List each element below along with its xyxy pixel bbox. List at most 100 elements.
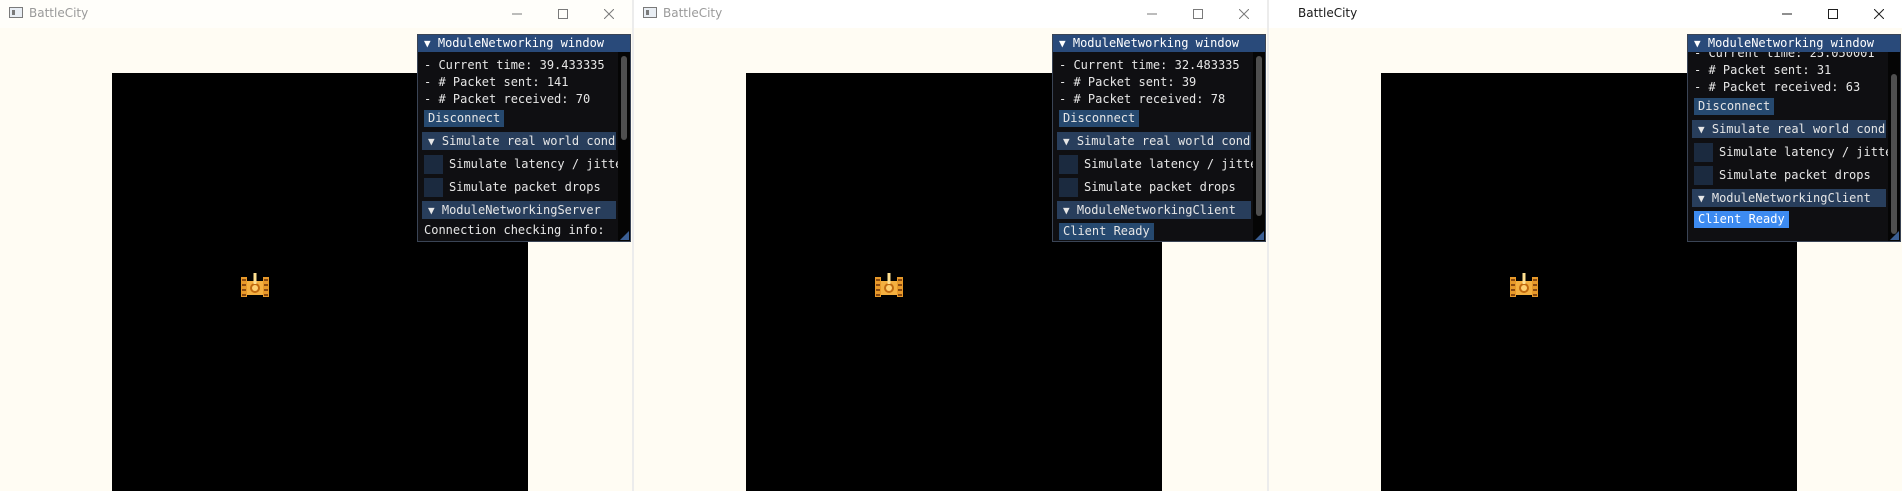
- app-icon: [643, 7, 657, 18]
- window-title: BattleCity: [29, 6, 89, 20]
- scrollbar-thumb[interactable]: [1256, 56, 1262, 216]
- latency-label: Simulate latency / jitte: [449, 157, 618, 171]
- resize-grip[interactable]: [620, 231, 629, 240]
- minimize-button[interactable]: [1764, 0, 1810, 28]
- networking-panel[interactable]: ▼ ModuleNetworking window - Current time…: [1687, 34, 1901, 242]
- simulate-header[interactable]: ▼ Simulate real world cond: [1057, 132, 1251, 150]
- tank-icon: [1510, 273, 1538, 297]
- maximize-button[interactable]: [1810, 0, 1856, 28]
- collapse-arrow-icon[interactable]: ▼: [1694, 37, 1701, 50]
- window-title: BattleCity: [663, 6, 723, 20]
- window-title: BattleCity: [1298, 6, 1358, 20]
- module-header-label: ModuleNetworkingServer: [441, 203, 601, 217]
- panel-body: - Current time: 39.433335 - # Packet sen…: [418, 52, 618, 241]
- tree-open-icon: ▼: [1063, 135, 1070, 148]
- latency-label: Simulate latency / jitte: [1719, 145, 1888, 159]
- panel-body: - Current time: 25.050001 - # Packet sen…: [1688, 52, 1888, 241]
- drops-checkbox[interactable]: [1694, 166, 1713, 185]
- tree-open-icon: ▼: [428, 135, 435, 148]
- drops-checkbox[interactable]: [424, 178, 443, 197]
- title-bar[interactable]: BattleCity: [634, 0, 1267, 28]
- minimize-icon: [512, 13, 522, 15]
- panel-title: ModuleNetworking window: [437, 36, 605, 50]
- scrollbar-thumb[interactable]: [1891, 74, 1897, 234]
- simulate-header-label: Simulate real world cond: [441, 134, 616, 148]
- panel-scrollbar[interactable]: [1888, 52, 1900, 241]
- close-button[interactable]: [586, 0, 632, 28]
- current-time-text: - Current time: 25.050001: [1694, 52, 1875, 60]
- minimize-icon: [1147, 13, 1157, 15]
- drops-label: Simulate packet drops: [1719, 168, 1871, 182]
- maximize-button[interactable]: [540, 0, 586, 28]
- latency-label: Simulate latency / jitte: [1084, 157, 1253, 171]
- latency-checkbox[interactable]: [1694, 143, 1713, 162]
- panel-scrollbar[interactable]: [1253, 52, 1265, 241]
- battlecity-window-client-b: BattleCity ▼ ModuleNetworking window - C…: [1269, 0, 1902, 491]
- drops-checkbox[interactable]: [1059, 178, 1078, 197]
- disconnect-button[interactable]: Disconnect: [1694, 98, 1775, 115]
- networking-panel[interactable]: ▼ ModuleNetworking window - Current time…: [417, 34, 631, 242]
- panel-title-bar[interactable]: ▼ ModuleNetworking window: [1053, 35, 1265, 52]
- drops-label: Simulate packet drops: [449, 180, 601, 194]
- simulate-header-label: Simulate real world cond: [1711, 122, 1886, 136]
- battlecity-window-server: BattleCity ▼ ModuleNetworking window - C…: [0, 0, 632, 491]
- maximize-icon: [558, 9, 568, 19]
- module-client-header[interactable]: ▼ ModuleNetworkingClient: [1692, 189, 1886, 207]
- app-icon: [9, 7, 23, 18]
- drops-label: Simulate packet drops: [1084, 180, 1236, 194]
- minimize-button[interactable]: [494, 0, 540, 28]
- disconnect-button[interactable]: Disconnect: [1059, 110, 1140, 127]
- packets-received-text: - # Packet received: 70: [424, 92, 591, 106]
- simulate-header-label: Simulate real world cond: [1076, 134, 1251, 148]
- scrollbar-thumb[interactable]: [621, 56, 627, 140]
- module-server-header[interactable]: ▼ ModuleNetworkingServer: [422, 201, 616, 219]
- module-client-header[interactable]: ▼ ModuleNetworkingClient: [1057, 201, 1251, 219]
- packets-received-text: - # Packet received: 78: [1059, 92, 1226, 106]
- current-time-text: - Current time: 39.433335: [424, 58, 605, 72]
- tree-open-icon: ▼: [1698, 192, 1705, 205]
- collapse-arrow-icon[interactable]: ▼: [1059, 37, 1066, 50]
- resize-grip[interactable]: [1890, 231, 1899, 240]
- tank-icon: [875, 273, 903, 297]
- panel-title-bar[interactable]: ▼ ModuleNetworking window: [418, 35, 630, 52]
- panel-body: - Current time: 32.483335 - # Packet sen…: [1053, 52, 1253, 241]
- panel-title: ModuleNetworking window: [1072, 36, 1240, 50]
- close-button[interactable]: [1856, 0, 1902, 28]
- panel-title-bar[interactable]: ▼ ModuleNetworking window: [1688, 35, 1900, 52]
- module-header-label: ModuleNetworkingClient: [1711, 191, 1871, 205]
- minimize-button[interactable]: [1129, 0, 1175, 28]
- close-button[interactable]: [1221, 0, 1267, 28]
- networking-panel[interactable]: ▼ ModuleNetworking window - Current time…: [1052, 34, 1266, 242]
- tank-icon: [241, 273, 269, 297]
- tree-open-icon: ▼: [1063, 204, 1070, 217]
- collapse-arrow-icon[interactable]: ▼: [424, 37, 431, 50]
- close-icon: [1874, 9, 1884, 19]
- resize-grip[interactable]: [1255, 231, 1264, 240]
- maximize-icon: [1828, 9, 1838, 19]
- panel-scrollbar[interactable]: [618, 52, 630, 241]
- packets-sent-text: - # Packet sent: 141: [424, 75, 569, 89]
- packets-sent-text: - # Packet sent: 39: [1059, 75, 1197, 89]
- battlecity-window-client-a: BattleCity ▼ ModuleNetworking window - C…: [634, 0, 1267, 491]
- panel-title: ModuleNetworking window: [1707, 36, 1875, 50]
- title-bar[interactable]: BattleCity: [0, 0, 632, 28]
- title-bar[interactable]: BattleCity: [1269, 0, 1902, 28]
- module-header-label: ModuleNetworkingClient: [1076, 203, 1236, 217]
- disconnect-button[interactable]: Disconnect: [424, 110, 505, 127]
- client-ready-button[interactable]: Client Ready: [1694, 211, 1789, 228]
- close-icon: [604, 9, 614, 19]
- tree-open-icon: ▼: [1698, 123, 1705, 136]
- simulate-header[interactable]: ▼ Simulate real world cond: [422, 132, 616, 150]
- client-ready-button[interactable]: Client Ready: [1059, 223, 1154, 240]
- packets-received-text: - # Packet received: 63: [1694, 80, 1861, 94]
- latency-checkbox[interactable]: [424, 155, 443, 174]
- maximize-button[interactable]: [1175, 0, 1221, 28]
- simulate-header[interactable]: ▼ Simulate real world cond: [1692, 120, 1886, 138]
- maximize-icon: [1193, 9, 1203, 19]
- minimize-icon: [1782, 13, 1792, 15]
- latency-checkbox[interactable]: [1059, 155, 1078, 174]
- tree-open-icon: ▼: [428, 204, 435, 217]
- packets-sent-text: - # Packet sent: 31: [1694, 63, 1832, 77]
- close-icon: [1239, 9, 1249, 19]
- connection-info-text: Connection checking info:: [424, 223, 605, 237]
